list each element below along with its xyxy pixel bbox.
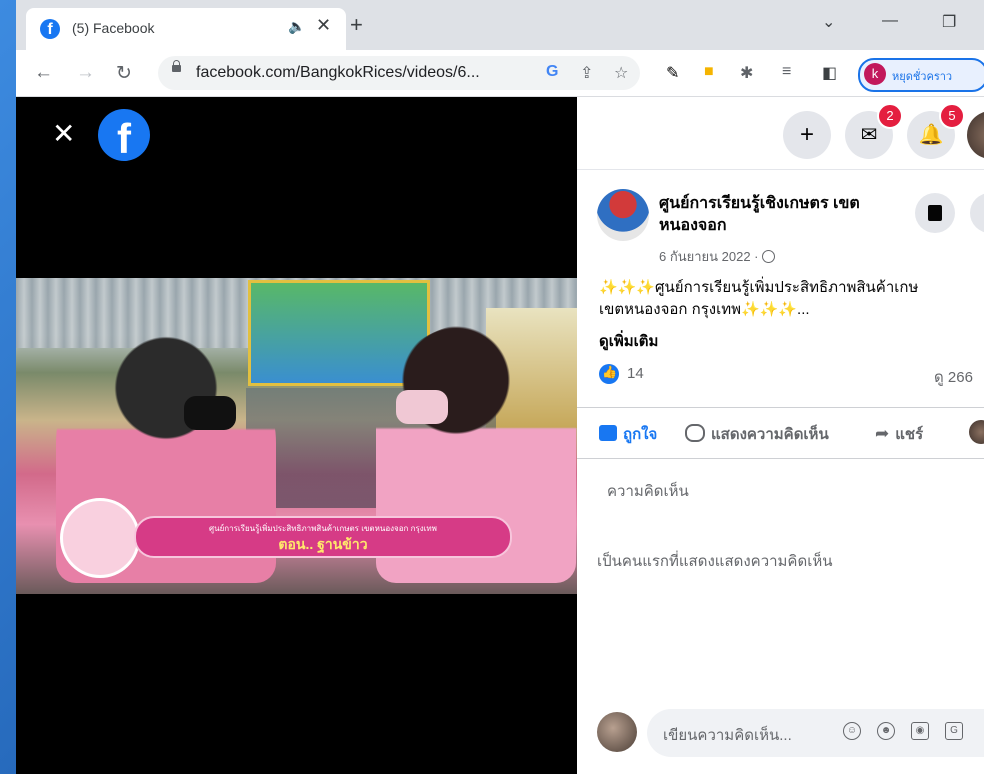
see-more-link[interactable]: ดูเพิ่มเติม <box>599 329 658 353</box>
address-bar[interactable]: facebook.com/BangkokRices/videos/6... G … <box>158 56 640 90</box>
avatar-sticker-icon[interactable]: ☺ <box>843 722 861 740</box>
post-text: ✨✨✨ศูนย์การเรียนรู้เพิ่มประสิทธิภาพสินค้… <box>599 277 984 321</box>
browser-window: f (5) Facebook 🔈 ✕ + ⌄ — ❐ ← → ↻ faceboo… <box>16 0 984 774</box>
lock-icon[interactable] <box>172 60 181 72</box>
emoji-icon[interactable]: ☻ <box>877 722 895 740</box>
like-button-label: ถูกใจ <box>623 426 658 443</box>
profile-avatar: k <box>864 63 886 85</box>
side-panel-icon[interactable]: ◧ <box>822 63 837 83</box>
post-date[interactable]: 6 กันยายน 2022 · <box>659 246 775 267</box>
composer-avatar[interactable] <box>597 712 637 752</box>
tab-close-icon[interactable]: ✕ <box>316 15 331 36</box>
url-text[interactable]: facebook.com/BangkokRices/videos/6... <box>196 64 480 82</box>
video-logo-badge <box>60 498 140 578</box>
new-tab-button[interactable]: + <box>350 12 363 38</box>
like-button[interactable]: ถูกใจ <box>599 422 657 446</box>
facebook-favicon-icon: f <box>40 19 60 39</box>
comment-placeholder[interactable]: เขียนความคิดเห็น... <box>663 723 792 747</box>
video-mask-pink <box>396 390 448 424</box>
create-button[interactable]: + <box>783 111 831 159</box>
sparkles-icon: ✨✨✨ <box>741 301 798 318</box>
bookmark-star-icon[interactable]: ☆ <box>614 63 628 83</box>
post-ellipsis: ... <box>797 301 810 318</box>
more-options-button[interactable] <box>970 193 984 233</box>
reading-list-icon[interactable]: ≡ <box>782 63 791 81</box>
sparkles-icon: ✨✨✨ <box>599 279 656 296</box>
restore-icon[interactable]: ❐ <box>942 12 956 32</box>
post-text-line1: ✨✨✨ศูนย์การเรียนรู้เพิ่มประสิทธิภาพสินค้… <box>599 277 984 299</box>
share-icon[interactable]: ⇪ <box>580 63 593 83</box>
notifications-badge: 5 <box>939 103 965 129</box>
tab-strip: f (5) Facebook 🔈 ✕ + ⌄ — ❐ <box>16 0 984 50</box>
reload-button[interactable]: ↻ <box>116 62 132 85</box>
pen-extension-icon[interactable]: ✎ <box>666 63 679 83</box>
share-arrow-icon: ➦ <box>875 424 890 443</box>
browser-toolbar: ← → ↻ facebook.com/BangkokRices/videos/6… <box>16 50 984 97</box>
save-post-button[interactable] <box>915 193 955 233</box>
profile-paused-label: หยุดชั่วคราว <box>892 71 953 83</box>
post-text-line1-text: ศูนย์การเรียนรู้เพิ่มประสิทธิภาพสินค้าเก… <box>655 279 919 296</box>
thumbs-up-icon <box>599 425 617 441</box>
speaker-icon[interactable]: 🔈 <box>288 18 305 35</box>
account-avatar[interactable] <box>967 111 984 159</box>
react-as-avatar[interactable] <box>969 420 984 444</box>
like-count[interactable]: 14 <box>627 365 644 382</box>
note-extension-icon[interactable]: ■ <box>704 63 714 81</box>
tab-title: (5) Facebook <box>72 20 155 36</box>
comment-button[interactable]: แสดงความคิดเห็น <box>685 422 829 446</box>
minimize-icon[interactable]: — <box>882 12 898 30</box>
video-caption-banner: ศูนย์การเรียนรู้เพิ่มประสิทธิภาพสินค้าเก… <box>134 516 512 558</box>
video-viewer[interactable]: ✕ f ศูนย์การเรียนรู้เพิ่มประสิทธิภาพสินค… <box>16 97 577 774</box>
post-actions: ถูกใจ แสดงความคิดเห็น ➦ แชร์ <box>577 407 984 459</box>
facebook-top-bar: + ✉ 2 🔔 5 <box>577 97 984 170</box>
video-frame[interactable]: ศูนย์การเรียนรู้เพิ่มประสิทธิภาพสินค้าเก… <box>16 278 577 594</box>
page-name[interactable]: ศูนย์การเรียนรู้เชิงเกษตร เขตหนองจอก <box>659 193 879 237</box>
no-comments-text: เป็นคนแรกที่แสดงแสดงความคิดเห็น <box>597 553 833 570</box>
facebook-logo-icon[interactable]: f <box>98 109 150 162</box>
comment-bubble-icon <box>685 424 705 442</box>
share-button-label: แชร์ <box>895 426 924 443</box>
google-translate-icon[interactable]: G <box>546 63 558 81</box>
comment-button-label: แสดงความคิดเห็น <box>711 426 829 443</box>
comments-filter[interactable]: ความคิดเห็น <box>607 479 689 503</box>
forward-button[interactable]: → <box>76 62 95 84</box>
tab-search-chevron-icon[interactable]: ⌄ <box>822 12 835 32</box>
tab-facebook[interactable]: f (5) Facebook 🔈 ✕ <box>26 8 346 50</box>
back-button[interactable]: ← <box>34 62 53 84</box>
gif-icon[interactable]: G <box>945 722 963 740</box>
messenger-badge: 2 <box>877 103 903 129</box>
banner-line2: ตอน.. ฐานข้าว <box>278 536 368 552</box>
page-avatar[interactable] <box>597 189 649 241</box>
post-text-line2-text: เขตหนองจอก กรุงเทพ <box>599 301 742 318</box>
video-mask-black <box>184 396 236 430</box>
globe-icon <box>761 250 775 263</box>
view-count: ดู 266 <box>934 369 973 386</box>
camera-icon[interactable]: ◉ <box>911 722 929 740</box>
post-text-line2: เขตหนองจอก กรุงเทพ✨✨✨... <box>599 299 984 321</box>
save-icon <box>928 205 942 221</box>
extensions-puzzle-icon[interactable]: ✱ <box>740 63 753 83</box>
post-panel: + ✉ 2 🔔 5 ศูนย์การเรียนรู้เชิงเกษตร เขตห… <box>577 97 984 774</box>
share-button[interactable]: ➦ แชร์ <box>875 422 923 446</box>
like-reaction-icon[interactable] <box>599 364 619 384</box>
post-date-text[interactable]: 6 กันยายน 2022 · <box>659 249 759 264</box>
comment-input[interactable]: เขียนความคิดเห็น... ☺ ☻ ◉ G <box>647 709 984 757</box>
close-viewer-icon[interactable]: ✕ <box>52 117 75 150</box>
profile-button[interactable]: k หยุดชั่วคราว <box>858 58 984 92</box>
